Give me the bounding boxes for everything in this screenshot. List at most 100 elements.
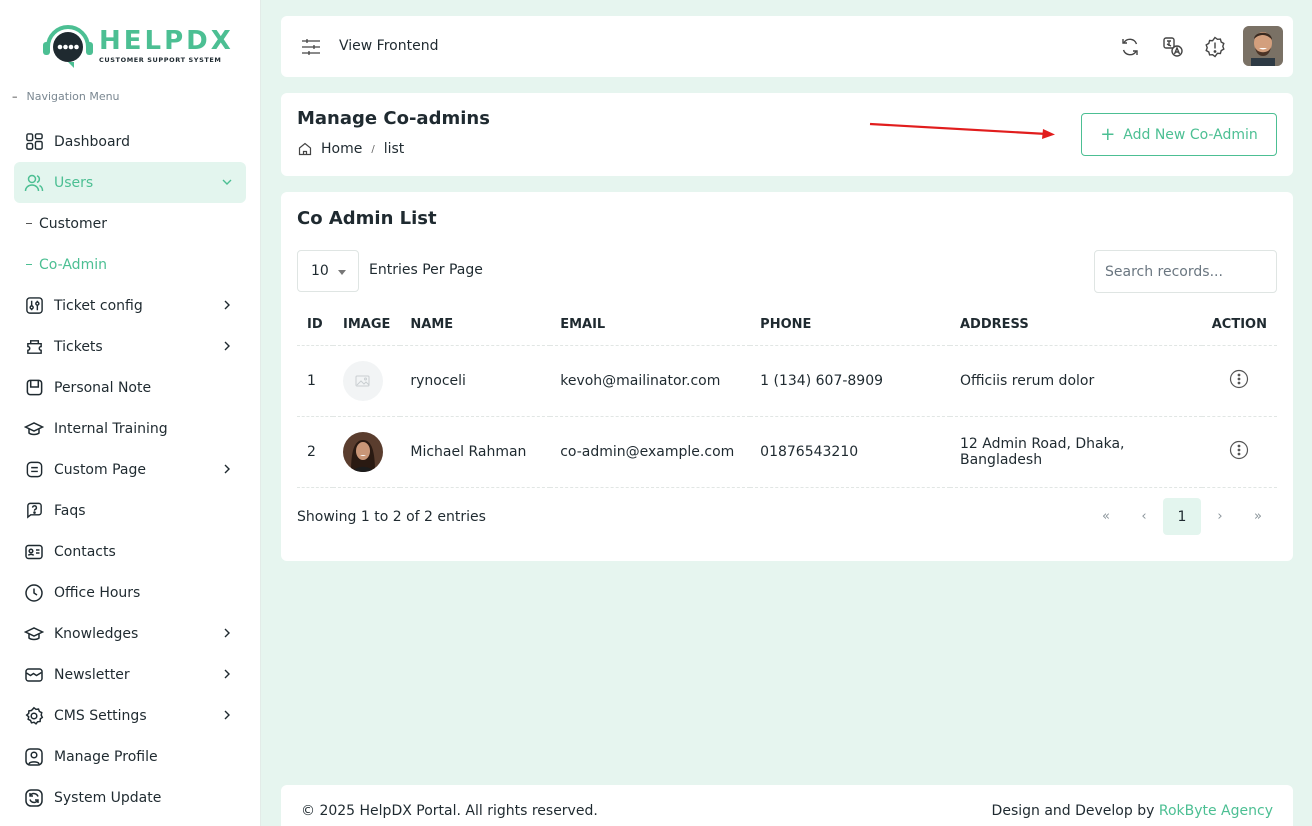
chevron-right-icon bbox=[220, 708, 234, 722]
add-new-co-admin-button[interactable]: + Add New Co-Admin bbox=[1081, 113, 1277, 156]
column-header-id[interactable]: ID bbox=[297, 304, 333, 346]
nav-heading: – Navigation Menu bbox=[12, 90, 120, 103]
more-options-icon[interactable] bbox=[1229, 369, 1249, 393]
cell-email: kevoh@mailinator.com bbox=[550, 345, 751, 417]
logo[interactable]: HELPDX CUSTOMER SUPPORT SYSTEM bbox=[41, 18, 234, 72]
sidebar-item-office-hours[interactable]: Office Hours bbox=[14, 572, 246, 613]
sidebar-item-label: Internal Training bbox=[54, 420, 168, 437]
home-icon[interactable] bbox=[297, 141, 313, 157]
annotation-arrow bbox=[869, 122, 1055, 139]
sidebar-item-newsletter[interactable]: Newsletter bbox=[14, 654, 246, 695]
sidebar-item-contacts[interactable]: Contacts bbox=[14, 531, 246, 572]
cell-address: 12 Admin Road, Dhaka, Bangladesh bbox=[950, 416, 1202, 488]
sidebar-item-label: Faqs bbox=[54, 502, 86, 519]
breadcrumb-home[interactable]: Home bbox=[321, 141, 362, 157]
sidebar-item-internal-training[interactable]: Internal Training bbox=[14, 408, 246, 449]
sidebar-item-knowledges[interactable]: Knowledges bbox=[14, 613, 246, 654]
note-icon bbox=[24, 378, 44, 398]
sidebar-item-label: Knowledges bbox=[54, 625, 139, 642]
page-last-button[interactable]: » bbox=[1239, 498, 1277, 535]
sidebar-item-system-update[interactable]: System Update bbox=[14, 777, 246, 818]
page-next-button[interactable]: › bbox=[1201, 498, 1239, 535]
translate-icon[interactable] bbox=[1162, 36, 1184, 58]
copyright-text: © 2025 HelpDX Portal. All rights reserve… bbox=[301, 803, 598, 819]
co-admin-list-card: Co Admin List 10 Entries Per Page ID IMA… bbox=[281, 192, 1293, 561]
column-header-action: ACTION bbox=[1201, 304, 1277, 346]
view-frontend-link[interactable]: View Frontend bbox=[339, 38, 438, 54]
chevron-right-icon bbox=[220, 462, 234, 476]
sidebar-item-faqs[interactable]: Faqs bbox=[14, 490, 246, 531]
book-cap-icon bbox=[24, 624, 44, 644]
chevron-right-icon bbox=[220, 667, 234, 681]
graduation-cap-icon bbox=[24, 419, 44, 439]
sidebar-item-label: Users bbox=[54, 174, 94, 191]
chevron-down-icon bbox=[220, 175, 234, 189]
cell-email: co-admin@example.com bbox=[550, 416, 751, 488]
column-header-name[interactable]: NAME bbox=[400, 304, 551, 346]
sidebar-item-label: Dashboard bbox=[54, 133, 130, 150]
table-row: 1 rynoceli kevoh@mailinator.com 1 (134) … bbox=[297, 345, 1277, 417]
chevron-right-icon bbox=[220, 339, 234, 353]
ticket-icon bbox=[24, 337, 44, 357]
more-options-icon[interactable] bbox=[1229, 440, 1249, 464]
sidebar-item-label: Manage Profile bbox=[54, 748, 158, 765]
sidebar-subitem-co-admin[interactable]: Co-Admin bbox=[14, 244, 246, 285]
sidebar-item-label: Contacts bbox=[54, 543, 116, 560]
sidebar-item-tickets[interactable]: Tickets bbox=[14, 326, 246, 367]
sliders-toggle-icon[interactable] bbox=[301, 38, 321, 60]
nav-menu: Dashboard Users Customer Co-Admin Ticket… bbox=[14, 121, 246, 818]
page-title: Manage Co-admins bbox=[297, 108, 490, 129]
column-header-email[interactable]: EMAIL bbox=[550, 304, 751, 346]
column-header-address[interactable]: ADDRESS bbox=[950, 304, 1202, 346]
sliders-icon bbox=[24, 296, 44, 316]
column-header-phone[interactable]: PHONE bbox=[750, 304, 950, 346]
sidebar-item-label: Tickets bbox=[54, 338, 103, 355]
sidebar-item-label: Ticket config bbox=[54, 297, 143, 314]
dashboard-grid-icon bbox=[24, 132, 44, 152]
co-admin-table: ID IMAGE NAME EMAIL PHONE ADDRESS ACTION… bbox=[297, 304, 1277, 488]
users-icon bbox=[24, 173, 44, 193]
breadcrumb-separator: / bbox=[371, 143, 375, 155]
user-avatar[interactable] bbox=[1243, 26, 1283, 66]
breadcrumb-current: list bbox=[383, 141, 405, 157]
agency-link[interactable]: RokByte Agency bbox=[1159, 803, 1273, 819]
page-icon bbox=[24, 460, 44, 480]
pagination: « ‹ 1 › » bbox=[1087, 498, 1277, 535]
gear-icon bbox=[24, 706, 44, 726]
update-icon bbox=[24, 788, 44, 808]
alert-badge-icon[interactable] bbox=[1204, 36, 1226, 58]
sidebar-item-label: Office Hours bbox=[54, 584, 141, 601]
page-prev-button[interactable]: ‹ bbox=[1125, 498, 1163, 535]
chevron-right-icon bbox=[220, 298, 234, 312]
mail-icon bbox=[24, 665, 44, 685]
sidebar-item-label: Personal Note bbox=[54, 379, 152, 396]
sidebar-item-label: Newsletter bbox=[54, 666, 130, 683]
refresh-icon[interactable] bbox=[1119, 36, 1141, 58]
sidebar-item-dashboard[interactable]: Dashboard bbox=[14, 121, 246, 162]
sidebar-item-users[interactable]: Users bbox=[14, 162, 246, 203]
sidebar-subitem-customer[interactable]: Customer bbox=[14, 203, 246, 244]
cell-address: Officiis rerum dolor bbox=[950, 345, 1202, 417]
entries-summary: Showing 1 to 2 of 2 entries bbox=[297, 509, 486, 525]
search-input[interactable] bbox=[1094, 250, 1277, 293]
sidebar-item-label: CMS Settings bbox=[54, 707, 147, 724]
breadcrumb: Home / list bbox=[297, 141, 404, 157]
caret-down-icon bbox=[338, 270, 346, 275]
sidebar-item-manage-profile[interactable]: Manage Profile bbox=[14, 736, 246, 777]
list-title: Co Admin List bbox=[297, 208, 437, 229]
per-page-select[interactable]: 10 bbox=[297, 250, 359, 292]
sidebar-item-personal-note[interactable]: Personal Note bbox=[14, 367, 246, 408]
sidebar-item-ticket-config[interactable]: Ticket config bbox=[14, 285, 246, 326]
page-number-button[interactable]: 1 bbox=[1163, 498, 1201, 535]
cell-name: Michael Rahman bbox=[400, 416, 551, 488]
sidebar-item-cms-settings[interactable]: CMS Settings bbox=[14, 695, 246, 736]
sidebar-item-custom-page[interactable]: Custom Page bbox=[14, 449, 246, 490]
sidebar: HELPDX CUSTOMER SUPPORT SYSTEM – Navigati… bbox=[0, 0, 261, 826]
brand-name: HELPDX bbox=[99, 25, 234, 56]
page-first-button[interactable]: « bbox=[1087, 498, 1125, 535]
headset-logo-icon bbox=[41, 18, 95, 72]
credit-text: Design and Develop by RokByte Agency bbox=[991, 803, 1273, 819]
page-header: Manage Co-admins Home / list + Add New C… bbox=[281, 93, 1293, 176]
contact-card-icon bbox=[24, 542, 44, 562]
column-header-image: IMAGE bbox=[332, 304, 401, 346]
